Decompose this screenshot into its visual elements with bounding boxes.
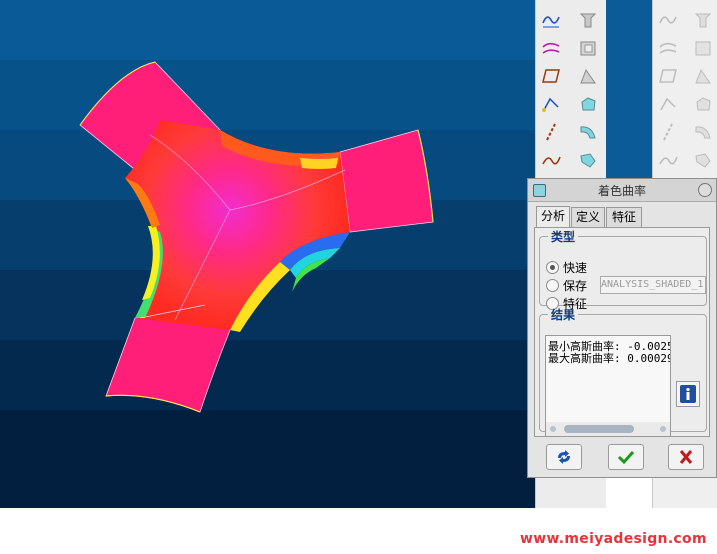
curve-analysis-icon-disabled (656, 9, 680, 31)
shaded-curvature-icon[interactable] (576, 149, 600, 171)
shaded-curvature-icon-disabled (691, 149, 715, 171)
results-horizontal-scrollbar[interactable] (546, 422, 670, 436)
max-gaussian-curvature: 最大高斯曲率: 0.00029 (548, 352, 671, 365)
section-line-icon-disabled (656, 121, 680, 143)
x-cross-icon (679, 450, 693, 464)
curve-analysis-icon[interactable] (539, 9, 563, 31)
analysis-tab-panel: 类型 快速 保存 ANALYSIS_SHADED_1 特征 结果 最小高斯曲率:… (534, 227, 710, 437)
plane-surface-icon-disabled (656, 65, 680, 87)
info-icon (680, 385, 696, 403)
offset-icon[interactable] (576, 37, 600, 59)
ok-button[interactable] (608, 444, 644, 470)
shaded-solid-icon-disabled (691, 93, 715, 115)
radio-save-dot[interactable] (546, 279, 559, 292)
shaded-solid-icon[interactable] (576, 93, 600, 115)
radio-save-label: 保存 (563, 279, 588, 293)
curve-graph-icon-disabled (656, 149, 680, 171)
analysis-name-field[interactable]: ANALYSIS_SHADED_1 (600, 276, 706, 294)
viewport-strip (606, 0, 652, 180)
repeat-arrows-icon (558, 450, 570, 464)
dialog-close-icon[interactable] (698, 183, 712, 197)
checkmark-icon (617, 450, 635, 465)
deviation-icon-disabled (691, 121, 715, 143)
scroll-thumb[interactable] (564, 425, 634, 433)
shaded-curvature-dialog: 着色曲率 分析 定义 特征 类型 快速 保存 ANALYSIS_SHADED_1… (527, 178, 717, 478)
slope-icon[interactable] (576, 65, 600, 87)
section-line-icon[interactable] (539, 121, 563, 143)
draft-icon[interactable] (576, 9, 600, 31)
results-group: 结果 最小高斯曲率: -0.0025 最大高斯曲率: 0.00029 (539, 306, 707, 437)
type-group-label: 类型 (551, 230, 576, 244)
draft-icon-disabled (691, 9, 715, 31)
plane-surface-icon[interactable] (539, 65, 563, 87)
dihedral-angle-icon[interactable] (539, 93, 563, 115)
watermark-text: www.meiyadesign.com (520, 531, 707, 547)
dialog-title: 着色曲率 (597, 184, 646, 198)
deviation-icon[interactable] (576, 121, 600, 143)
scroll-left-arrow[interactable] (550, 426, 556, 432)
info-button[interactable] (676, 381, 700, 407)
surface-curvature-icon[interactable] (539, 37, 563, 59)
surface-curvature-icon-disabled (656, 37, 680, 59)
graphics-viewport[interactable] (0, 0, 535, 508)
tab-analysis[interactable]: 分析 (536, 206, 570, 227)
tab-definition[interactable]: 定义 (571, 207, 605, 227)
radio-quick-dot[interactable] (546, 261, 559, 274)
scroll-right-arrow[interactable] (660, 426, 666, 432)
radio-quick[interactable]: 快速 (546, 259, 587, 276)
slope-icon-disabled (691, 65, 715, 87)
curve-graph-icon[interactable] (539, 149, 563, 171)
tripod-junction-model[interactable] (0, 0, 535, 508)
cancel-button[interactable] (668, 444, 704, 470)
repeat-button[interactable] (546, 444, 582, 470)
tab-feature[interactable]: 特征 (606, 207, 642, 227)
radio-quick-label: 快速 (563, 261, 588, 275)
results-textbox[interactable]: 最小高斯曲率: -0.0025 最大高斯曲率: 0.00029 (545, 335, 671, 437)
dihedral-angle-icon-disabled (656, 93, 680, 115)
offset-icon-disabled (691, 37, 715, 59)
dialog-title-bar[interactable]: 着色曲率 (528, 179, 716, 202)
radio-save[interactable]: 保存 (546, 277, 587, 294)
type-group: 类型 快速 保存 ANALYSIS_SHADED_1 特征 (539, 228, 707, 311)
results-group-label: 结果 (551, 308, 576, 322)
